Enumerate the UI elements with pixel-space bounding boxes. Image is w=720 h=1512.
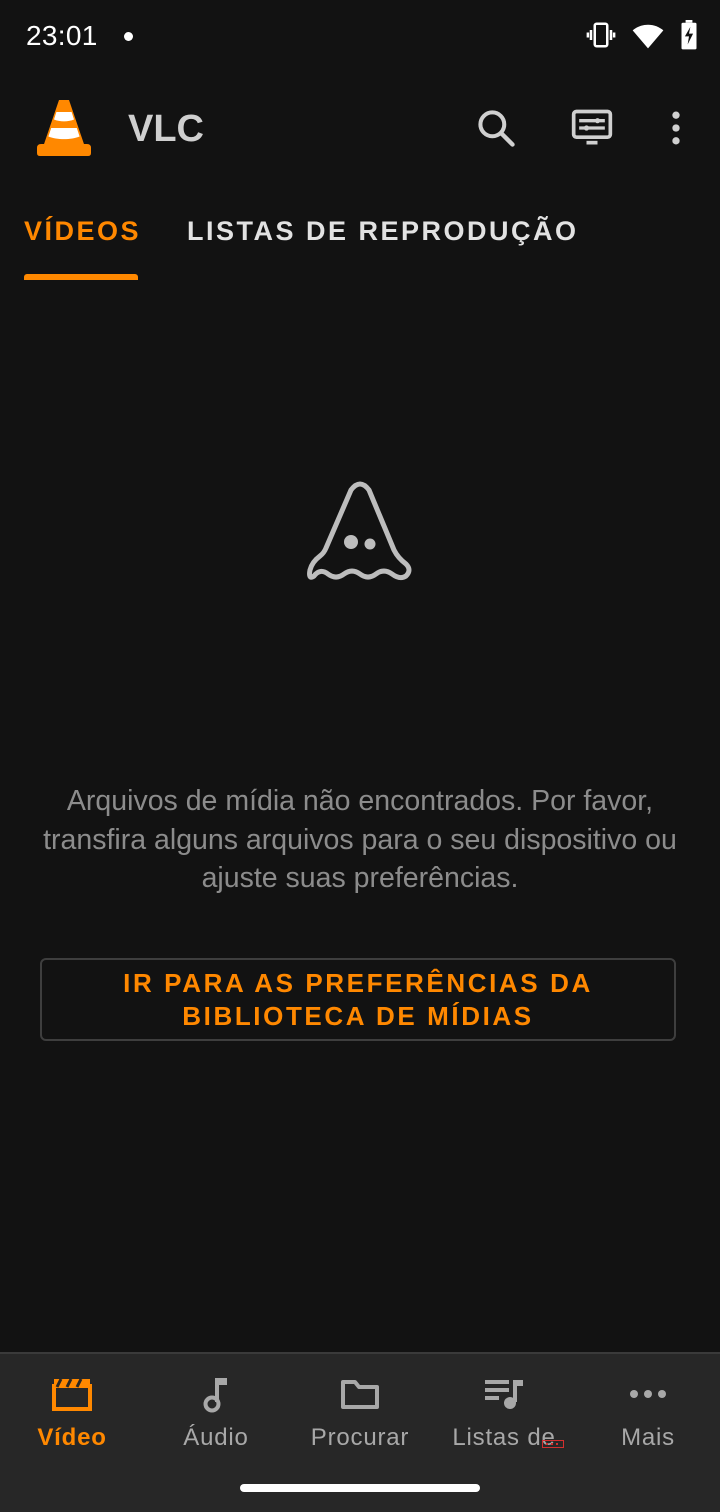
status-bar: 23:01: [0, 0, 720, 74]
nav-item-audio[interactable]: Áudio: [144, 1354, 288, 1474]
status-icons: [586, 20, 698, 55]
nav-item-more[interactable]: Mais: [576, 1354, 720, 1474]
nav-item-video[interactable]: Vídeo: [0, 1354, 144, 1474]
app-title: VLC: [128, 108, 204, 150]
empty-state-message: Arquivos de mídia não encontrados. Por f…: [43, 785, 677, 894]
clapperboard-icon: [50, 1374, 94, 1414]
media-library-preferences-button[interactable]: IR PARA AS PREFERÊNCIAS DA BIBLIOTECA DE…: [40, 958, 676, 1041]
ghost-cone-icon: [304, 478, 416, 586]
battery-charging-icon: [680, 20, 698, 55]
nav-label-audio: Áudio: [183, 1424, 249, 1451]
text-overflow-marker: [542, 1440, 564, 1448]
vlc-cone-logo: [34, 98, 94, 158]
more-vert-icon[interactable]: [652, 104, 700, 152]
nav-item-browse[interactable]: Procurar: [288, 1354, 432, 1474]
tab-indicator: [24, 274, 138, 280]
tab-videos[interactable]: VÍDEOS: [24, 216, 141, 247]
nav-label-more: Mais: [621, 1424, 675, 1451]
music-note-icon: [194, 1374, 238, 1414]
tab-playlists[interactable]: LISTAS DE REPRODUÇÃO: [187, 216, 579, 247]
tab-bar: VÍDEOS LISTAS DE REPRODUÇÃO: [0, 186, 720, 280]
nav-label-video: Vídeo: [37, 1424, 107, 1451]
wifi-icon: [632, 20, 664, 55]
vibrate-icon: [586, 20, 616, 55]
media-library-preferences-label: IR PARA AS PREFERÊNCIAS DA BIBLIOTECA DE…: [123, 967, 593, 1031]
app-bar: VLC: [0, 74, 720, 186]
search-icon[interactable]: [472, 104, 520, 152]
renderer-cast-icon[interactable]: [568, 104, 616, 152]
more-horiz-icon: [626, 1374, 670, 1414]
gesture-navigation-bar[interactable]: [240, 1484, 480, 1492]
nav-label-browse: Procurar: [310, 1424, 410, 1451]
nav-item-playlists[interactable]: Listas de: [432, 1354, 576, 1474]
playlist-icon: [482, 1374, 526, 1414]
folder-icon: [338, 1374, 382, 1414]
status-time: 23:01: [26, 20, 98, 51]
notification-dot: [124, 32, 133, 41]
